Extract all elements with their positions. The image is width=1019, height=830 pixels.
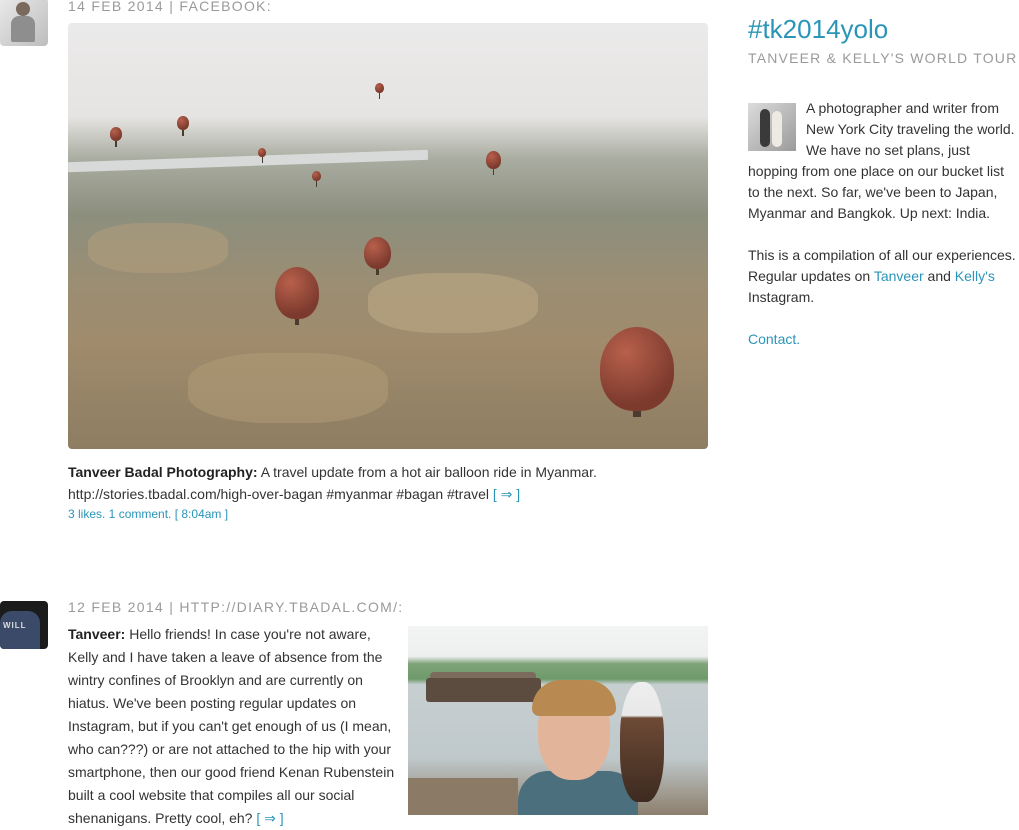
photo-field: [88, 223, 228, 273]
selfie-photo[interactable]: [408, 626, 708, 815]
person-hair: [532, 680, 616, 716]
likes-comments-link[interactable]: 3 likes. 1 comment.: [68, 507, 171, 521]
hot-air-balloon: [312, 171, 321, 187]
post-source: FACEBOOK:: [179, 0, 272, 14]
compilation-note: This is a compilation of all our experie…: [748, 245, 1019, 308]
photo-field: [188, 353, 388, 423]
contact-link[interactable]: Contact.: [748, 329, 800, 350]
site-title[interactable]: #tk2014yolo: [748, 14, 888, 45]
post-body: Tanveer: Hello friends! In case you're n…: [68, 623, 398, 830]
site-subtitle: TANVEER & KELLY'S WORLD TOUR: [748, 50, 1018, 66]
site-bio: A photographer and writer from New York …: [748, 98, 1019, 224]
read-more-link[interactable]: [ ⇒ ]: [493, 486, 520, 502]
read-more-link[interactable]: [ ⇒ ]: [256, 810, 283, 826]
post-meta: 14 FEB 2014 | FACEBOOK:: [68, 0, 272, 14]
post-author: Tanveer Badal Photography:: [68, 464, 258, 480]
hot-air-balloon: [110, 127, 122, 147]
post-time-link[interactable]: [ 8:04am ]: [175, 507, 228, 521]
and-word: and: [923, 268, 955, 284]
photo-field: [368, 273, 538, 333]
author-avatar[interactable]: WILL: [0, 601, 48, 649]
post-text: Hello friends! In case you're not aware,…: [68, 626, 395, 826]
hot-air-balloon: [177, 116, 189, 136]
avatar-head: [16, 2, 30, 16]
hot-air-balloon: [486, 151, 501, 175]
post-meta: 12 FEB 2014 | HTTP://DIARY.TBADAL.COM/:: [68, 599, 404, 615]
bird-of-prey: [620, 682, 664, 802]
post-date: 14 FEB 2014: [68, 0, 165, 14]
post-date: 12 FEB 2014: [68, 599, 165, 615]
tanveer-instagram-link[interactable]: Tanveer: [874, 268, 924, 284]
hot-air-balloon: [258, 148, 266, 163]
post-source: HTTP://DIARY.TBADAL.COM/:: [179, 599, 404, 615]
hot-air-balloon: [600, 327, 674, 417]
hot-air-balloon: [364, 237, 391, 275]
author-avatar[interactable]: [0, 0, 48, 46]
post-author: Tanveer:: [68, 626, 126, 642]
avatar-torso: [11, 16, 35, 42]
kelly-instagram-link[interactable]: Kelly's: [955, 268, 995, 284]
hot-air-balloon: [375, 83, 384, 99]
photo-river: [68, 149, 429, 173]
bio-thumb-spacer: [748, 98, 806, 148]
avatar-shirt: [0, 611, 40, 649]
balloon-photo[interactable]: [68, 23, 708, 449]
compilation-suffix: Instagram.: [748, 289, 815, 305]
houseboat: [426, 678, 541, 702]
post-stats: 3 likes. 1 comment. [ 8:04am ]: [68, 507, 228, 521]
boat-basket: [408, 778, 518, 815]
post-url-line: http://stories.tbadal.com/high-over-baga…: [68, 486, 490, 502]
avatar-shirt-print: WILL: [3, 621, 27, 630]
post-text: A travel update from a hot air balloon r…: [260, 464, 597, 480]
post-caption: Tanveer Badal Photography: A travel upda…: [68, 461, 708, 505]
hot-air-balloon: [275, 267, 319, 325]
